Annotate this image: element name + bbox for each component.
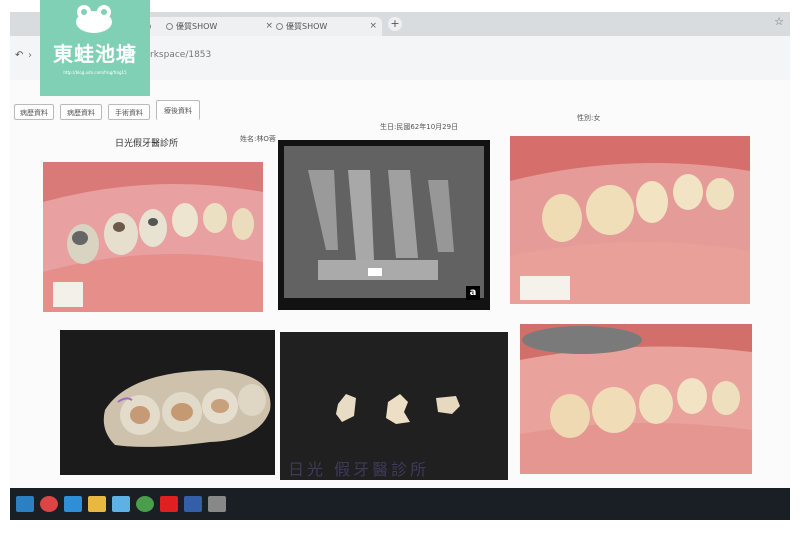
intraoral-photo-after[interactable] — [510, 136, 750, 304]
tab-favicon-icon — [166, 23, 173, 30]
folder-icon[interactable] — [88, 496, 106, 512]
tab-title: 優質SHOW — [176, 22, 218, 31]
blog-logo: 東蛙池塘 http://blog.udn.com/frog/frog15 — [40, 0, 150, 96]
new-tab-button[interactable]: + — [388, 17, 402, 31]
chrome-alt-icon[interactable] — [136, 496, 154, 512]
tab-close-icon[interactable]: × — [369, 17, 377, 36]
bookmark-star-icon[interactable]: ☆ — [774, 15, 784, 28]
patient-birth: 生日:民國62年10月29日 — [380, 123, 459, 131]
back-icon[interactable]: ↶ — [15, 50, 23, 61]
xray-label: a — [466, 286, 480, 300]
frog-logo-icon — [76, 5, 112, 33]
tab-records-1[interactable]: 病歷資料 — [14, 104, 54, 120]
browser-tab-2[interactable]: 優質SHOW × — [162, 17, 278, 36]
patient-gender: 性別:女 — [577, 114, 601, 122]
tab-surgery[interactable]: 手術資料 — [108, 104, 150, 120]
browser-tab-3[interactable]: 優質SHOW × — [272, 17, 382, 36]
explorer-icon[interactable] — [112, 496, 130, 512]
logo-url: http://blog.udn.com/frog/frog15 — [63, 70, 127, 75]
start-icon[interactable] — [16, 496, 34, 512]
watermark-text: 日光 假牙醫診所 — [288, 460, 430, 479]
logo-title: 東蛙池塘 — [53, 42, 137, 66]
forward-icon[interactable]: › — [28, 50, 32, 61]
dental-model-photo[interactable] — [60, 330, 275, 475]
xray-image[interactable]: a — [278, 140, 490, 310]
media-icon[interactable] — [184, 496, 202, 512]
final-result-photo[interactable] — [520, 324, 752, 474]
web-page: 病歷資料 病歷資料 手術資料 療後資料 日光假牙醫診所 姓名:林O蓉 生日:民國… — [10, 80, 790, 488]
tab-title: 優質SHOW — [286, 22, 328, 31]
tab-post-treatment[interactable]: 療後資料 — [156, 100, 200, 120]
tab-records-2[interactable]: 病歷資料 — [60, 104, 102, 120]
patient-name: 姓名:林O蓉 — [240, 135, 276, 143]
clinic-name: 日光假牙醫診所 — [115, 139, 179, 149]
red-app-icon[interactable] — [160, 496, 178, 512]
chrome-icon[interactable] — [40, 496, 58, 512]
intraoral-photo-before[interactable] — [43, 162, 263, 312]
tab-favicon-icon — [276, 23, 283, 30]
photo-icon[interactable] — [208, 496, 226, 512]
url-text[interactable]: rkspace/1853 — [150, 50, 211, 60]
ie-icon[interactable] — [64, 496, 82, 512]
